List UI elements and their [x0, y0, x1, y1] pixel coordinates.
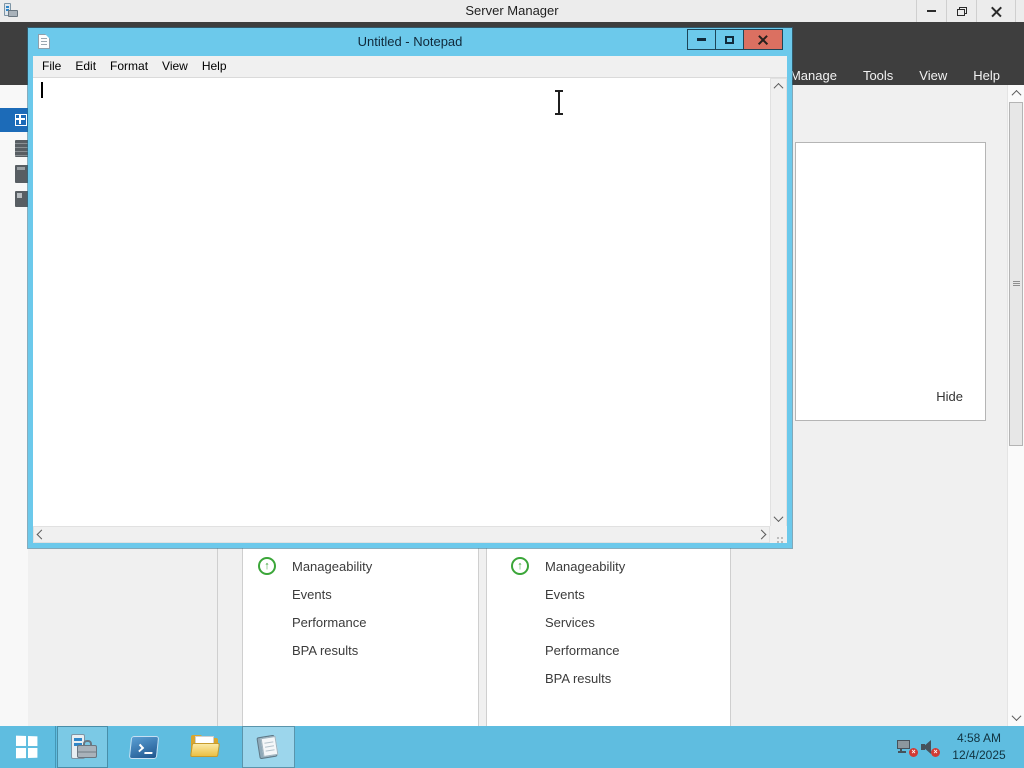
scroll-right-button[interactable] [754, 527, 769, 542]
sidebar-item-icon[interactable] [15, 191, 28, 207]
taskbar: × × 4:58 AM 12/4/2025 [0, 726, 1024, 768]
minimize-button[interactable] [916, 0, 946, 22]
scroll-left-button[interactable] [34, 527, 49, 542]
restore-icon [956, 6, 967, 16]
menu-view[interactable]: View [919, 68, 947, 83]
maximize-button[interactable] [716, 30, 744, 49]
notepad-horizontal-scrollbar[interactable] [33, 526, 770, 543]
scrollbar-grip-icon [1013, 281, 1020, 282]
notepad-text-area[interactable] [33, 78, 770, 527]
tile-link-services[interactable]: Services [545, 615, 595, 630]
start-button[interactable] [0, 726, 56, 768]
tile-link-bpa-results[interactable]: BPA results [292, 643, 358, 658]
chevron-up-icon [773, 82, 784, 93]
sidebar-item-icon[interactable] [15, 140, 28, 157]
windows-logo-icon [15, 735, 38, 759]
menu-view[interactable]: View [155, 56, 195, 77]
tile-link-performance[interactable]: Performance [545, 643, 619, 658]
ibeam-cursor-icon [553, 90, 565, 115]
chevron-down-icon [1011, 711, 1022, 722]
chevron-down-icon [773, 512, 784, 523]
close-button[interactable] [976, 0, 1016, 22]
taskbar-server-manager-button[interactable] [57, 726, 108, 768]
notepad-window-controls [687, 29, 783, 50]
close-button[interactable] [744, 30, 782, 49]
server-manager-menu: Manage Tools View Help [790, 68, 1000, 83]
server-manager-icon [68, 733, 98, 761]
tile-link-performance[interactable]: Performance [292, 615, 366, 630]
maximize-icon [725, 35, 734, 44]
dashboard-tile-2: ↑ Manageability Events Services Performa… [486, 548, 731, 726]
notepad-window: Untitled - Notepad File Edit Format View… [27, 27, 793, 549]
minimize-icon [697, 38, 706, 41]
file-explorer-icon [190, 735, 220, 759]
server-manager-window-controls [916, 0, 1016, 22]
notepad-client-area [33, 77, 787, 543]
error-badge-icon: × [931, 748, 940, 757]
tile-title[interactable]: Manageability [545, 559, 625, 574]
taskbar-powershell-button[interactable] [118, 726, 169, 768]
server-manager-title: Server Manager [465, 3, 559, 18]
notepad-icon [255, 734, 283, 760]
chevron-up-icon [1011, 89, 1022, 100]
server-manager-titlebar: Server Manager [0, 0, 1024, 22]
close-icon [991, 6, 1002, 17]
menu-edit[interactable]: Edit [68, 56, 103, 77]
scroll-up-button[interactable] [1008, 85, 1024, 102]
restore-button[interactable] [946, 0, 976, 22]
green-up-arrow-icon: ↑ [258, 557, 276, 575]
chevron-left-icon [36, 529, 47, 540]
notepad-menubar: File Edit Format View Help [33, 56, 787, 77]
volume-muted-icon[interactable]: × [921, 740, 940, 757]
network-disconnected-icon[interactable]: × [897, 740, 918, 757]
scroll-up-button[interactable] [771, 79, 786, 94]
error-badge-icon: × [909, 748, 918, 757]
menu-tools[interactable]: Tools [863, 68, 893, 83]
menu-manage[interactable]: Manage [790, 68, 837, 83]
welcome-tile-panel: Hide [795, 142, 986, 421]
resize-grip[interactable] [770, 526, 787, 543]
text-caret [41, 82, 43, 98]
notepad-titlebar[interactable]: Untitled - Notepad [28, 28, 792, 56]
taskbar-notepad-button[interactable] [242, 726, 295, 768]
menu-help[interactable]: Help [195, 56, 234, 77]
minimize-icon [927, 10, 936, 12]
tile-link-events[interactable]: Events [292, 587, 332, 602]
chevron-right-icon [756, 529, 767, 540]
tile-link-events[interactable]: Events [545, 587, 585, 602]
sidebar-item-dashboard[interactable] [0, 108, 28, 132]
desktop: Server Manager Manage Tools View Help Hi… [0, 0, 1024, 768]
menu-file[interactable]: File [35, 56, 68, 77]
dashboard-grid-icon [15, 114, 27, 126]
menu-format[interactable]: Format [103, 56, 155, 77]
menu-help[interactable]: Help [973, 68, 1000, 83]
tile-link-bpa-results[interactable]: BPA results [545, 671, 611, 686]
notepad-vertical-scrollbar[interactable] [770, 78, 787, 527]
tile-title[interactable]: Manageability [292, 559, 372, 574]
powershell-icon [128, 735, 159, 759]
green-up-arrow-icon: ↑ [511, 557, 529, 575]
server-manager-scrollbar[interactable] [1007, 85, 1024, 726]
dashboard-tile-1: ↑ Manageability Events Performance BPA r… [242, 548, 479, 726]
server-manager-sidebar [0, 85, 28, 726]
close-icon [758, 35, 768, 45]
minimize-button[interactable] [688, 30, 716, 49]
taskbar-file-explorer-button[interactable] [180, 726, 231, 768]
tile-divider [217, 548, 218, 726]
notepad-title: Untitled - Notepad [357, 34, 463, 49]
hide-link[interactable]: Hide [936, 389, 963, 404]
clock-date: 12/4/2025 [952, 748, 1006, 762]
scroll-down-button[interactable] [1008, 709, 1024, 726]
taskbar-clock[interactable]: 4:58 AM 12/4/2025 [944, 730, 1014, 764]
clock-time: 4:58 AM [956, 731, 1002, 745]
scroll-down-button[interactable] [771, 511, 786, 526]
sidebar-item-icon[interactable] [15, 165, 28, 183]
scrollbar-thumb[interactable] [1009, 102, 1023, 446]
